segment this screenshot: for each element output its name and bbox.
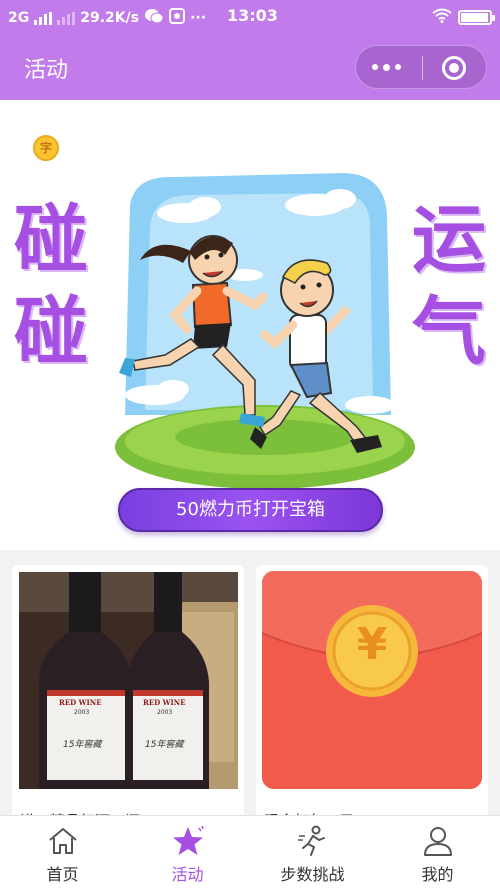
bottom-tab-bar: 首页 活动 步数挑战 我的 <box>0 815 500 889</box>
tab-step-challenge-label: 步数挑战 <box>280 865 345 884</box>
tab-mine-label: 我的 <box>421 865 454 884</box>
banner-left-char-1: 碰 <box>14 197 88 283</box>
capsule-divider <box>422 56 423 80</box>
prize-card-red-packet[interactable]: ¥ 现金红包一元 <box>256 565 488 825</box>
more-status-icon: ··· <box>190 10 207 26</box>
wine-label-1-year: 2003 <box>74 709 90 716</box>
clock: 13:03 <box>227 6 278 25</box>
signal-secondary-icon <box>57 11 76 25</box>
app-notify-icon <box>169 8 186 28</box>
coin-badge-icon: 字 <box>33 135 59 161</box>
mini-program-capsule <box>355 45 487 89</box>
nav-bar: 活动 <box>0 34 500 100</box>
signal-icon <box>34 11 53 25</box>
tab-activity-label: 活动 <box>171 865 204 884</box>
wine-label-2-aged: 15年窖藏 <box>145 740 184 750</box>
wechat-icon <box>144 8 164 28</box>
wine-label-1-title: RED WINE <box>59 698 102 707</box>
tab-activity[interactable]: 活动 <box>125 816 250 889</box>
tab-home-label: 首页 <box>46 865 79 884</box>
page-title: 活动 <box>24 58 69 83</box>
close-mini-program-icon[interactable] <box>442 56 466 80</box>
banner-left-char-2: 碰 <box>14 289 88 375</box>
banner-right-char-2: 气 <box>412 289 486 375</box>
wine-label-2-title: RED WINE <box>143 698 186 707</box>
tab-mine[interactable]: 我的 <box>375 816 500 889</box>
user-icon <box>423 827 452 856</box>
tab-step-challenge[interactable]: 步数挑战 <box>250 816 375 889</box>
wine-label-1-aged: 15年窖藏 <box>63 740 102 750</box>
runner-icon <box>297 825 325 856</box>
prize-card-wine[interactable]: RED WINE 2003 15年窖藏 RED WINE 2003 15年窖藏 … <box>12 565 244 825</box>
network-speed: 29.2K/s <box>80 10 140 26</box>
star-icon <box>172 825 204 855</box>
yuan-icon: ¥ <box>356 619 388 670</box>
status-left: 2G 29.2K/s ··· <box>8 8 206 28</box>
home-icon <box>48 828 77 854</box>
runners-illustration <box>115 173 415 489</box>
prize-cards: RED WINE 2003 15年窖藏 RED WINE 2003 15年窖藏 … <box>0 550 500 825</box>
open-treasure-box-button[interactable]: 50燃力币打开宝箱 <box>118 488 383 532</box>
wine-label-2-year: 2003 <box>157 709 173 716</box>
red-packet-image: ¥ <box>262 571 482 789</box>
wifi-icon <box>432 8 452 27</box>
wine-photo: RED WINE 2003 15年窖藏 RED WINE 2003 15年窖藏 <box>19 572 238 789</box>
network-type: 2G <box>8 10 30 26</box>
status-bar: 2G 29.2K/s ··· 13:03 <box>0 0 500 34</box>
battery-icon <box>458 10 495 25</box>
banner-right-char-1: 运 <box>412 197 486 283</box>
status-right <box>432 8 495 27</box>
more-menu-icon[interactable] <box>372 63 401 71</box>
tab-home[interactable]: 首页 <box>0 816 125 889</box>
battery-level <box>461 13 488 22</box>
activity-banner: 字 碰 碰 运 气 50燃力币打开宝箱 <box>0 100 500 550</box>
